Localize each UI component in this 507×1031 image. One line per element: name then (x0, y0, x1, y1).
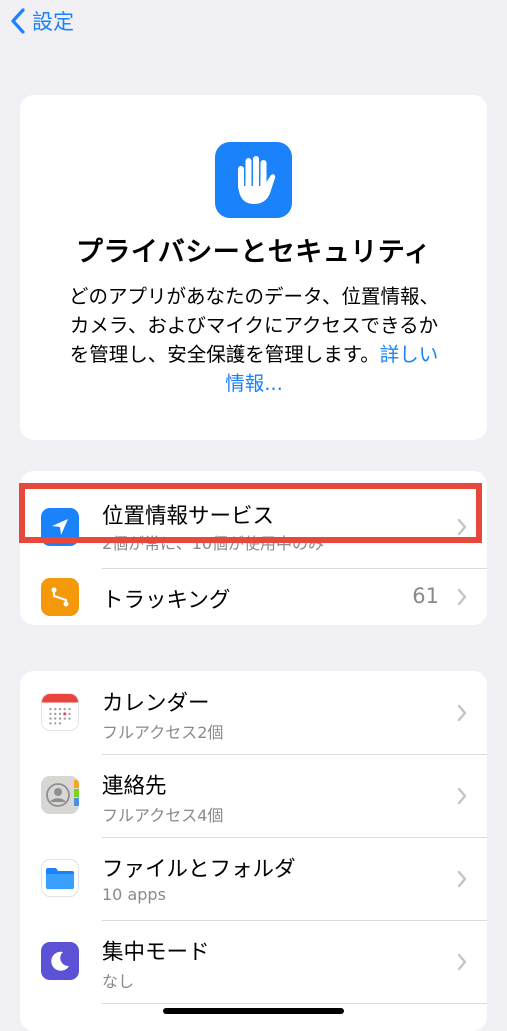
navigation-bar: 設定 (0, 0, 507, 44)
hand-raised-icon (215, 142, 292, 218)
contacts-row[interactable]: 連絡先 フルアクセス4個 (20, 755, 487, 837)
location-arrow-icon (41, 508, 79, 546)
chevron-right-icon (457, 870, 467, 888)
tracking-count: 61 (412, 584, 439, 608)
contacts-title: 連絡先 (102, 774, 167, 799)
files-title: ファイルとフォルダ (102, 857, 296, 882)
files-folders-row[interactable]: ファイルとフォルダ 10 apps (20, 838, 487, 920)
chevron-right-icon (457, 518, 467, 536)
chevron-right-icon (457, 588, 467, 606)
contacts-icon (41, 776, 79, 814)
location-services-title: 位置情報サービス (102, 504, 275, 529)
location-services-row[interactable]: 位置情報サービス 2個が常に、10個が使用中のみ (20, 471, 487, 568)
files-subtitle: 10 apps (102, 885, 166, 904)
chevron-left-icon (11, 8, 25, 34)
back-label: 設定 (32, 10, 74, 34)
page-title: プライバシーとセキュリティ (75, 237, 432, 268)
calendar-title: カレンダー (102, 691, 210, 716)
focus-title: 集中モード (102, 940, 210, 965)
row-separator (102, 1003, 487, 1004)
app-permissions-group: カレンダー フルアクセス2個 連絡先 フルアクセス4個 ファイルとフォルダ 10… (20, 671, 487, 1031)
page-description: どのアプリがあなたのデータ、位置情報、カメラ、およびマイクにアクセスできるかを管… (68, 282, 440, 398)
focus-subtitle: なし (102, 972, 135, 991)
calendar-row[interactable]: カレンダー フルアクセス2個 (20, 671, 487, 754)
chevron-right-icon (457, 787, 467, 805)
focus-row[interactable]: 集中モード なし (20, 921, 487, 1003)
chevron-right-icon (457, 704, 467, 722)
back-button[interactable]: 設定 (10, 4, 74, 38)
tracking-row[interactable]: トラッキング 61 (20, 569, 487, 625)
chevron-right-icon (457, 953, 467, 971)
calendar-icon (41, 693, 79, 731)
location-tracking-group: 位置情報サービス 2個が常に、10個が使用中のみ トラッキング 61 (20, 471, 487, 625)
folder-icon (41, 859, 79, 897)
privacy-header-card: プライバシーとセキュリティ どのアプリがあなたのデータ、位置情報、カメラ、および… (20, 95, 487, 440)
home-indicator[interactable] (163, 1008, 344, 1014)
tracking-title: トラッキング (102, 588, 231, 613)
moon-icon (41, 942, 79, 980)
tracking-icon (41, 578, 79, 616)
location-services-subtitle: 2個が常に、10個が使用中のみ (102, 534, 325, 553)
contacts-subtitle: フルアクセス4個 (102, 806, 224, 825)
calendar-subtitle: フルアクセス2個 (102, 723, 224, 742)
